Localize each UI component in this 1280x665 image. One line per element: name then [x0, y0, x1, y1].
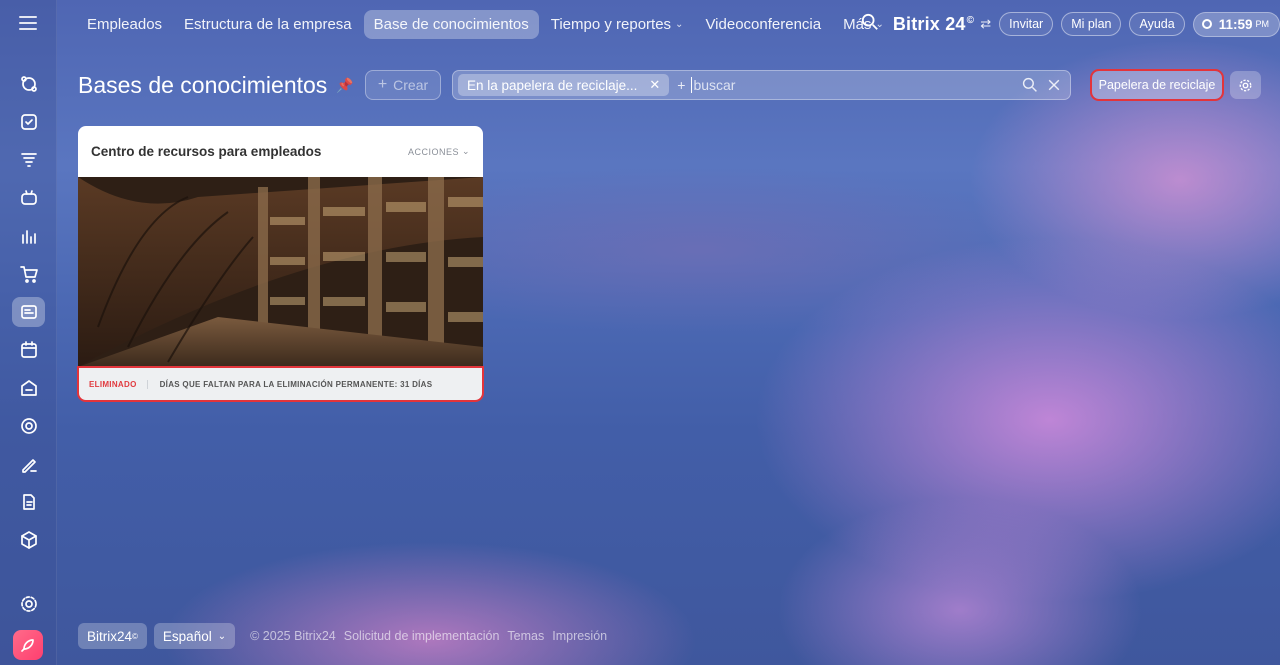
nav-item-knowledge-base[interactable]: Base de conocimientos: [363, 9, 539, 39]
top-right-controls: Bitrix 24© ⇄ Invitar Mi plan Ayuda 11:59…: [861, 0, 1280, 48]
library-image: [78, 177, 483, 367]
knowledge-base-card[interactable]: Centro de recursos para empleados ACCION…: [77, 126, 484, 402]
pin-icon[interactable]: 📌: [336, 77, 353, 94]
plus-icon: +: [377, 76, 388, 93]
footer-link-implementation[interactable]: Solicitud de implementación: [344, 629, 500, 643]
crm-funnel-icon[interactable]: [12, 145, 45, 175]
inventory-icon[interactable]: [12, 373, 45, 403]
footer: Bitrix24 © Español ⌄ © 2025 Bitrix24 Solic…: [78, 623, 607, 649]
chevron-down-icon: ⌄: [217, 630, 227, 642]
search-icon[interactable]: [861, 13, 879, 36]
nav-item-videoconference[interactable]: Videoconferencia: [695, 10, 831, 39]
tasks-icon[interactable]: [12, 107, 45, 137]
menu-icon[interactable]: [19, 16, 37, 30]
rocket-icon[interactable]: [13, 630, 43, 660]
card-cover-image[interactable]: [78, 177, 483, 367]
brand-logo[interactable]: Bitrix 24©: [893, 14, 974, 35]
chevron-down-icon: ⌄: [461, 146, 470, 156]
create-button[interactable]: + Crear: [365, 70, 441, 100]
deleted-status-bar: ELIMINADO DÍAS QUE FALTAN PARA LA ELIMIN…: [77, 366, 484, 402]
gear-icon: [1239, 79, 1252, 91]
recycle-bin-button[interactable]: Papelera de reciclaje: [1090, 69, 1224, 101]
calendar-icon[interactable]: [12, 335, 45, 365]
deleted-badge: ELIMINADO: [89, 379, 148, 389]
settings-gear-button[interactable]: [1230, 71, 1261, 99]
goals-icon[interactable]: [12, 411, 45, 441]
clock-icon: [1201, 19, 1212, 29]
page-title: Bases de conocimientos 📌: [78, 72, 354, 98]
invite-button[interactable]: Invitar: [999, 12, 1054, 36]
card-actions-menu[interactable]: ACCIONES ⌄: [408, 146, 470, 157]
shop-cart-icon[interactable]: [12, 259, 45, 289]
card-title[interactable]: Centro de recursos para empleados: [91, 144, 321, 159]
nav-item-time-reports[interactable]: Tiempo y reportes ⌄: [541, 10, 694, 39]
filter-search-bar[interactable]: En la papelera de reciclaje... ✕ +: [452, 70, 1071, 100]
nav-item-employees[interactable]: Empleados: [77, 10, 172, 39]
footer-link-themes[interactable]: Temas: [507, 629, 544, 643]
search-icon[interactable]: [1022, 77, 1038, 93]
card-header: Centro de recursos para empleados ACCION…: [78, 126, 483, 177]
footer-brand-button[interactable]: Bitrix24 ©: [78, 623, 147, 649]
days-remaining-text: DÍAS QUE FALTAN PARA LA ELIMINACIÓN PERM…: [159, 379, 433, 389]
search-input[interactable]: [691, 77, 1022, 93]
help-button[interactable]: Ayuda: [1129, 12, 1185, 36]
knowledge-base-icon[interactable]: [12, 297, 45, 327]
analytics-icon[interactable]: [12, 221, 45, 251]
time-widget[interactable]: 11:59 PM: [1192, 11, 1280, 37]
left-sidebar: [0, 0, 57, 665]
cube-icon[interactable]: [12, 525, 45, 555]
nav-item-company-structure[interactable]: Estructura de la empresa: [174, 10, 362, 39]
feed-icon[interactable]: [12, 69, 45, 99]
language-select[interactable]: Español ⌄: [153, 623, 236, 649]
chevron-down-icon: ⌄: [675, 18, 684, 30]
clear-search-icon[interactable]: [1046, 77, 1062, 93]
tune-icon[interactable]: ⇄: [980, 16, 991, 32]
remove-filter-icon[interactable]: ✕: [649, 77, 660, 93]
robot-icon[interactable]: [12, 183, 45, 213]
footer-copyright: © 2025 Bitrix24: [250, 629, 336, 643]
add-filter-icon[interactable]: +: [677, 77, 685, 93]
settings-gear-icon[interactable]: [12, 589, 45, 619]
filter-tag-recycle-bin[interactable]: En la papelera de reciclaje... ✕: [458, 74, 670, 96]
sign-pen-icon[interactable]: [12, 449, 45, 479]
footer-link-print[interactable]: Impresión: [552, 629, 607, 643]
my-plan-button[interactable]: Mi plan: [1061, 12, 1122, 36]
documents-icon[interactable]: [12, 487, 45, 517]
